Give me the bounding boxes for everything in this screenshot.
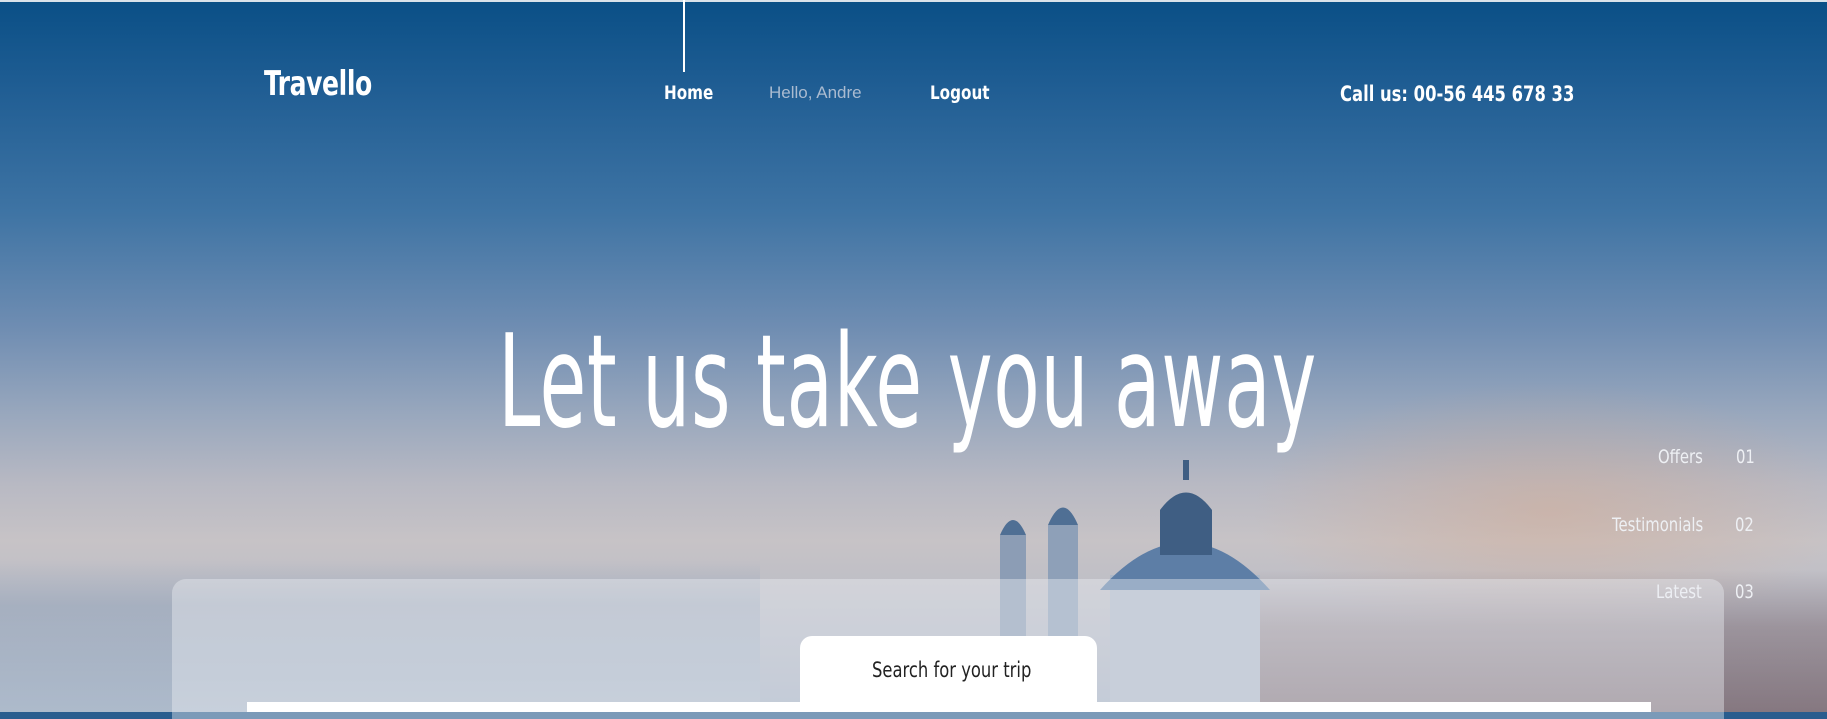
search-form-bar[interactable] — [247, 702, 1651, 712]
user-greeting: Hello, Andre — [769, 83, 862, 102]
nav-home-link[interactable]: Home — [664, 82, 713, 104]
hero-headline: Let us take you away — [498, 308, 1317, 457]
call-us-phone: Call us: 00-56 445 678 33 — [1340, 82, 1575, 106]
site-logo[interactable]: Travello — [264, 64, 372, 104]
search-trip-tab[interactable]: Search for your trip — [800, 636, 1097, 712]
side-nav-label-testimonials[interactable]: Testimonials — [1612, 514, 1703, 536]
nav-logout-link[interactable]: Logout — [930, 82, 990, 104]
top-border — [0, 0, 1827, 2]
active-nav-indicator — [683, 0, 685, 72]
side-nav-number-testimonials[interactable]: 02 — [1735, 514, 1754, 536]
side-nav-number-offers[interactable]: 01 — [1736, 446, 1755, 468]
side-nav-label-offers[interactable]: Offers — [1658, 446, 1703, 468]
search-trip-tab-label: Search for your trip — [872, 658, 1032, 682]
side-nav-number-latest[interactable]: 03 — [1735, 581, 1754, 603]
